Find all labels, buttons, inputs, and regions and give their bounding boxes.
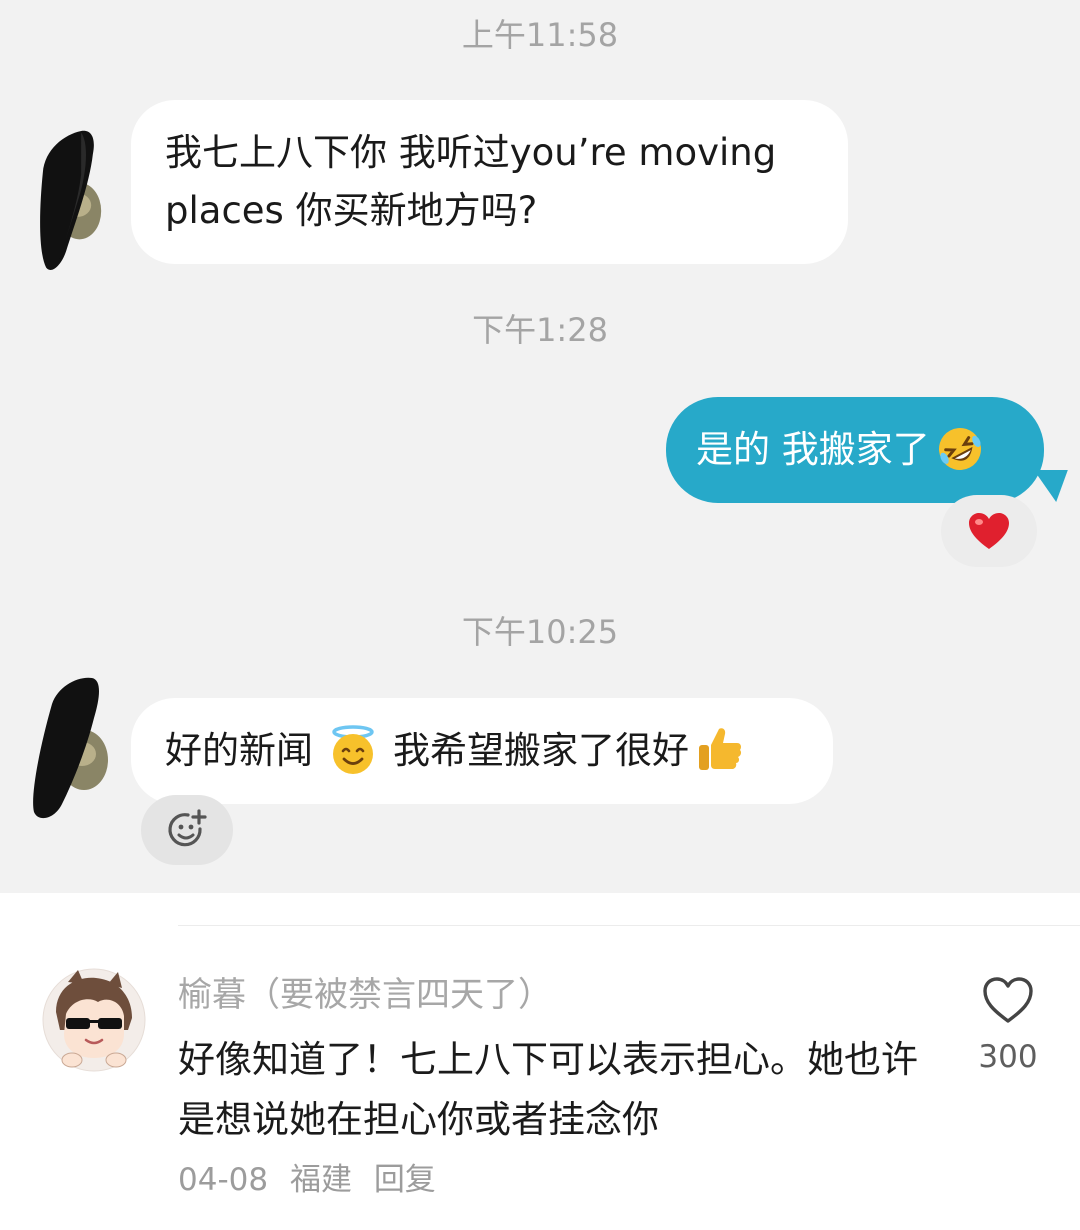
redacted-avatar — [40, 130, 102, 270]
screenshot-page: 上午11:58 我七上八下你 我听过you’re moving places 你… — [0, 0, 1080, 1230]
comment-location: 福建 — [289, 1162, 352, 1198]
incoming-message-bubble[interactable]: 我七上八下你 我听过you’re moving places 你买新地方吗? — [131, 100, 848, 264]
add-reaction-icon — [168, 809, 207, 847]
timestamp: 上午11:58 — [461, 16, 619, 54]
commenter-avatar[interactable] — [42, 968, 146, 1072]
message-text: 好的新闻 — [165, 729, 313, 772]
heart-like-icon[interactable] — [981, 975, 1035, 1025]
divider — [178, 925, 1080, 926]
thumbs-up-emoji — [699, 727, 742, 770]
add-reaction-button[interactable] — [141, 795, 233, 865]
comment-text: 好像知道了！七上八下可以表示担心。她也许是想说她在担心你或者挂念你 — [178, 1038, 918, 1141]
incoming-message-bubble[interactable]: 好的新闻 我希望搬家了很好 — [131, 698, 833, 804]
like-count: 300 — [978, 1039, 1038, 1075]
heart-reaction[interactable] — [941, 495, 1037, 567]
smiling-face-with-halo-emoji — [332, 724, 374, 774]
message-text: 我希望搬家了很好 — [393, 729, 689, 772]
outgoing-message-bubble[interactable]: 是的 我搬家了 — [666, 397, 1044, 503]
redacted-avatar — [33, 677, 108, 819]
timestamp: 下午10:25 — [461, 613, 619, 651]
message-text: places 你买新地方吗? — [165, 189, 538, 232]
message-text: 是的 我搬家了 — [696, 428, 930, 471]
chat-screenshot: 上午11:58 我七上八下你 我听过you’re moving places 你… — [0, 0, 1080, 893]
reply-button[interactable]: 回复 — [374, 1162, 436, 1198]
timestamp: 下午1:28 — [472, 311, 608, 349]
rolling-on-floor-laughing-emoji — [938, 427, 981, 470]
message-text: 我七上八下你 我听过you’re moving — [165, 131, 777, 174]
comment-author-name[interactable]: 榆暮（要被禁言四天了） — [178, 972, 552, 1018]
heart-reaction-icon — [969, 513, 1009, 549]
comment-meta: 04-08 福建 回复 — [178, 1158, 448, 1202]
comment-date: 04-08 — [178, 1162, 269, 1198]
